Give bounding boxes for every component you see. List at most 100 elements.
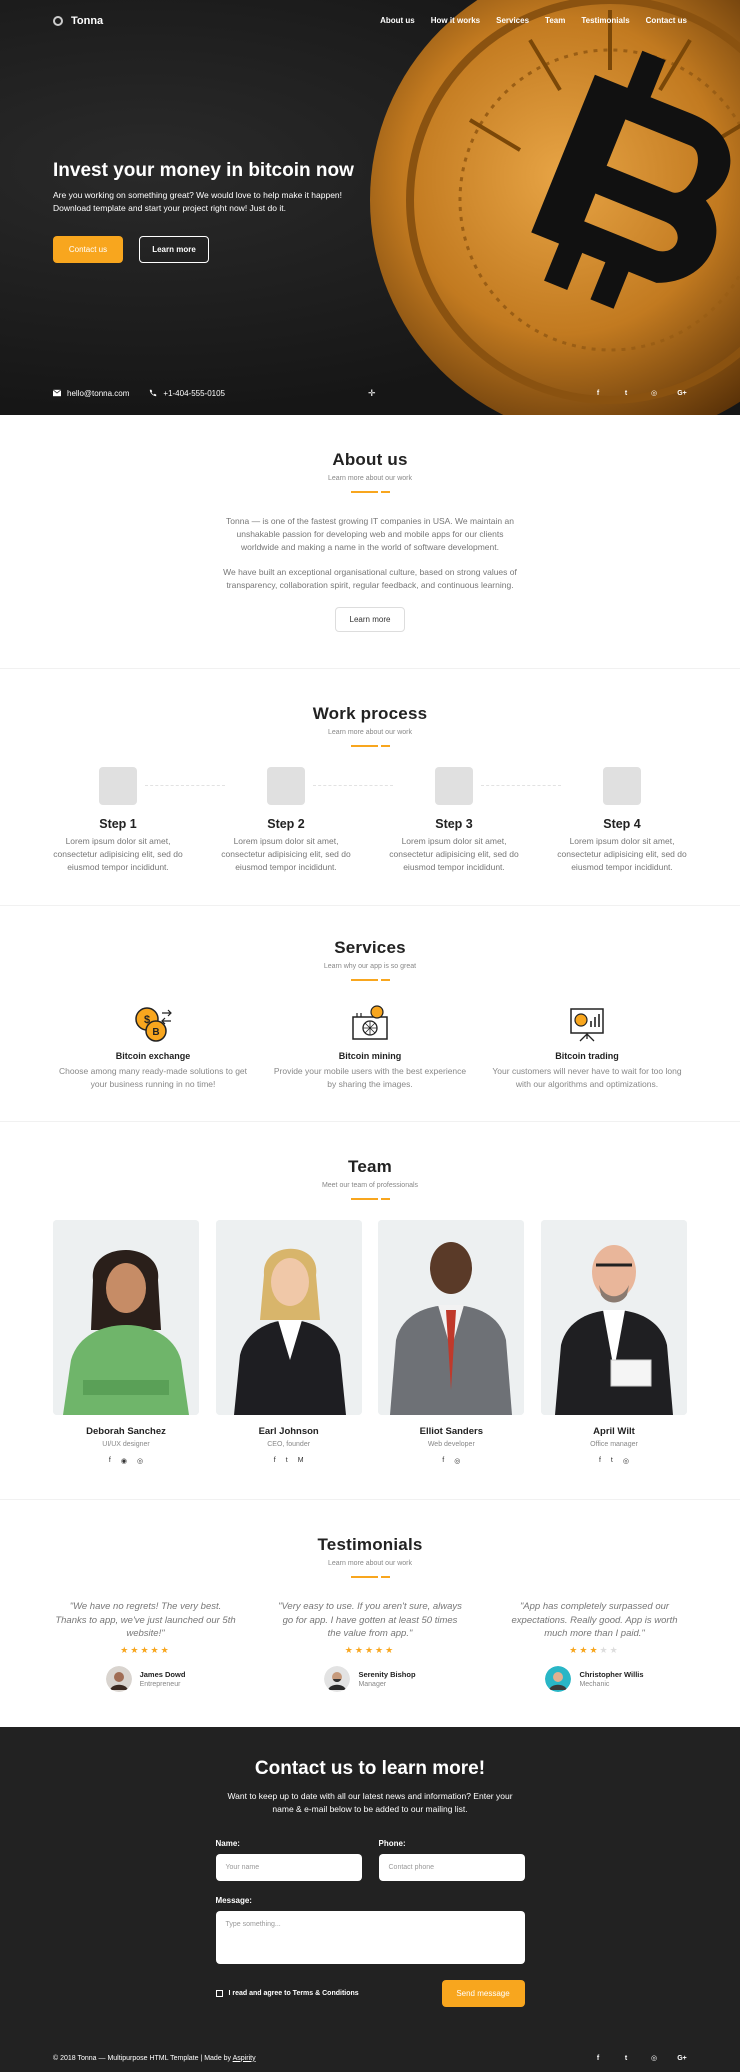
services-section: Services Learn why our app is so great $… xyxy=(0,906,740,1122)
facebook-icon[interactable]: f xyxy=(599,1457,601,1465)
testimonial-text: "Very easy to use. If you aren't sure, a… xyxy=(278,1601,462,1639)
member-role: Office manager xyxy=(590,1441,638,1448)
star-icon: ★ xyxy=(140,1645,151,1655)
team-members: Deborah Sanchez UI/UX designer f ◉ ◎ Ear… xyxy=(53,1220,687,1465)
star-icon: ★ xyxy=(130,1645,141,1655)
brand-logo[interactable]: Tonna xyxy=(53,15,103,27)
step-text: Lorem ipsum dolor sit amet, consectetur … xyxy=(221,836,351,872)
hero-learn-more-button[interactable]: Learn more xyxy=(139,236,209,263)
service-title: Bitcoin mining xyxy=(338,1051,402,1061)
instagram-icon[interactable]: ◎ xyxy=(454,1457,460,1465)
contact-title: Contact us to learn more! xyxy=(254,1758,486,1779)
author-name: Christopher Willis xyxy=(579,1670,644,1679)
copyright-text: © 2018 Tonna — Multipurpose HTML Templat… xyxy=(53,2054,232,2062)
star-icon: ★ xyxy=(160,1645,171,1655)
hero-subtitle: Are you working on something great? We w… xyxy=(53,189,373,215)
member-photo xyxy=(215,1220,362,1415)
message-textarea[interactable]: Type something... xyxy=(215,1911,525,1964)
star-icon: ★ xyxy=(375,1645,386,1655)
checkbox-icon[interactable] xyxy=(215,1990,223,1997)
nav-contact[interactable]: Contact us xyxy=(646,14,687,27)
testimonials-section: Testimonials Learn more about our work "… xyxy=(0,1500,740,1727)
testimonial-author: Serenity Bishop Manager xyxy=(324,1666,416,1692)
step-text: Lorem ipsum dolor sit amet, consectetur … xyxy=(53,836,183,872)
testimonial-text: "We have no regrets! The very best. Than… xyxy=(55,1601,236,1639)
section-divider xyxy=(0,979,740,981)
work-process-section: Work process Learn more about our work S… xyxy=(0,669,740,906)
star-icon: ★ xyxy=(364,1645,376,1655)
avatar xyxy=(324,1666,351,1692)
twitter-icon[interactable]: t xyxy=(286,1457,288,1464)
member-photo xyxy=(53,1220,199,1415)
member-name: Earl Johnson xyxy=(258,1426,319,1437)
hero-contact-button[interactable]: Contact us xyxy=(53,236,123,263)
hero-title: Invest your money in bitcoin now xyxy=(53,160,354,181)
nav-services[interactable]: Services xyxy=(496,14,529,27)
facebook-icon[interactable]: f xyxy=(593,2053,603,2063)
process-step: Step 3 Lorem ipsum dolor sit amet, conse… xyxy=(389,767,561,874)
service-item: Bitcoin mining Provide your mobile users… xyxy=(270,1003,470,1091)
mail-icon xyxy=(53,389,61,397)
phone-input[interactable]: Contact phone xyxy=(378,1854,525,1881)
step-title: Step 1 xyxy=(99,817,137,831)
testimonial: "App has completely surpassed our expect… xyxy=(502,1600,687,1692)
testimonials-list: "We have no regrets! The very best. Than… xyxy=(53,1600,687,1692)
facebook-icon[interactable]: f xyxy=(274,1457,276,1464)
nav-testimonials[interactable]: Testimonials xyxy=(581,14,629,27)
google-plus-icon[interactable]: G+ xyxy=(677,388,687,398)
nav-about[interactable]: About us xyxy=(380,14,415,27)
name-input[interactable]: Your name xyxy=(215,1854,362,1881)
rating-stars: ★★★★★ xyxy=(120,1645,170,1656)
process-title: Work process xyxy=(312,704,428,723)
testimonial-author: Christopher Willis Mechanic xyxy=(545,1666,644,1692)
star-icon: ★ xyxy=(579,1645,590,1655)
hero-phone-text: +1-404-555-0105 xyxy=(163,388,225,398)
nav-how-it-works[interactable]: How it works xyxy=(431,14,480,27)
hero-footer: hello@tonna.com +1-404-555-0105 ✛ f t ◎ … xyxy=(53,388,687,398)
instagram-icon[interactable]: ◎ xyxy=(649,388,659,398)
nav-team[interactable]: Team xyxy=(545,14,565,27)
service-text: Your customers will never have to wait f… xyxy=(492,1066,682,1089)
author-link[interactable]: Aspirity xyxy=(233,2055,256,2062)
facebook-icon[interactable]: f xyxy=(593,388,603,398)
phone-label: Phone: xyxy=(378,1839,406,1848)
message-label: Message: xyxy=(215,1896,252,1905)
logo-icon xyxy=(53,15,63,26)
phone-field-group: Phone: Contact phone xyxy=(378,1839,525,1881)
pinterest-icon[interactable]: ◉ xyxy=(121,1457,127,1465)
about-learn-more-button[interactable]: Learn more xyxy=(335,607,405,632)
terms-checkbox[interactable]: I read and agree to Terms & Conditions xyxy=(215,1990,359,1997)
section-divider xyxy=(0,491,740,493)
instagram-icon[interactable]: ◎ xyxy=(137,1457,143,1465)
medium-icon[interactable]: M xyxy=(298,1457,304,1464)
main-menu: About us How it works Services Team Test… xyxy=(380,14,687,27)
twitter-icon[interactable]: t xyxy=(611,1457,613,1465)
avatar xyxy=(105,1666,132,1692)
hero-buttons: Contact us Learn more xyxy=(53,236,373,263)
coin-exchange-icon: $ B xyxy=(135,1007,172,1042)
facebook-icon[interactable]: f xyxy=(109,1457,111,1465)
instagram-icon[interactable]: ◎ xyxy=(649,2053,659,2063)
send-message-button[interactable]: Send message xyxy=(441,1980,525,2007)
contact-subtitle: Want to keep up to date with all our lat… xyxy=(227,1791,513,1814)
team-section: Team Meet our team of professionals Debo… xyxy=(0,1122,740,1500)
step-image xyxy=(435,767,473,805)
testimonials-subtitle: Learn more about our work xyxy=(327,1560,413,1567)
author-name: James Dowd xyxy=(139,1670,186,1679)
testimonial-text: "App has completely surpassed our expect… xyxy=(511,1601,678,1639)
rating-stars: ★★★★★ xyxy=(569,1645,619,1656)
trading-board-icon xyxy=(570,1008,604,1042)
about-title: About us xyxy=(332,450,408,469)
hero-email[interactable]: hello@tonna.com xyxy=(53,389,129,398)
twitter-icon[interactable]: t xyxy=(621,2053,631,2063)
instagram-icon[interactable]: ◎ xyxy=(623,1457,629,1465)
member-name: April Wilt xyxy=(593,1426,635,1437)
hero-subtitle-line-2: Download template and start your project… xyxy=(53,203,286,213)
scroll-down-icon[interactable]: ✛ xyxy=(368,388,376,399)
facebook-icon[interactable]: f xyxy=(442,1457,444,1465)
hero-phone[interactable]: +1-404-555-0105 xyxy=(149,389,225,398)
footer-social-links: f t ◎ G+ xyxy=(593,2053,687,2063)
step-text: Lorem ipsum dolor sit amet, consectetur … xyxy=(389,836,519,872)
google-plus-icon[interactable]: G+ xyxy=(677,2053,687,2063)
twitter-icon[interactable]: t xyxy=(621,388,631,398)
